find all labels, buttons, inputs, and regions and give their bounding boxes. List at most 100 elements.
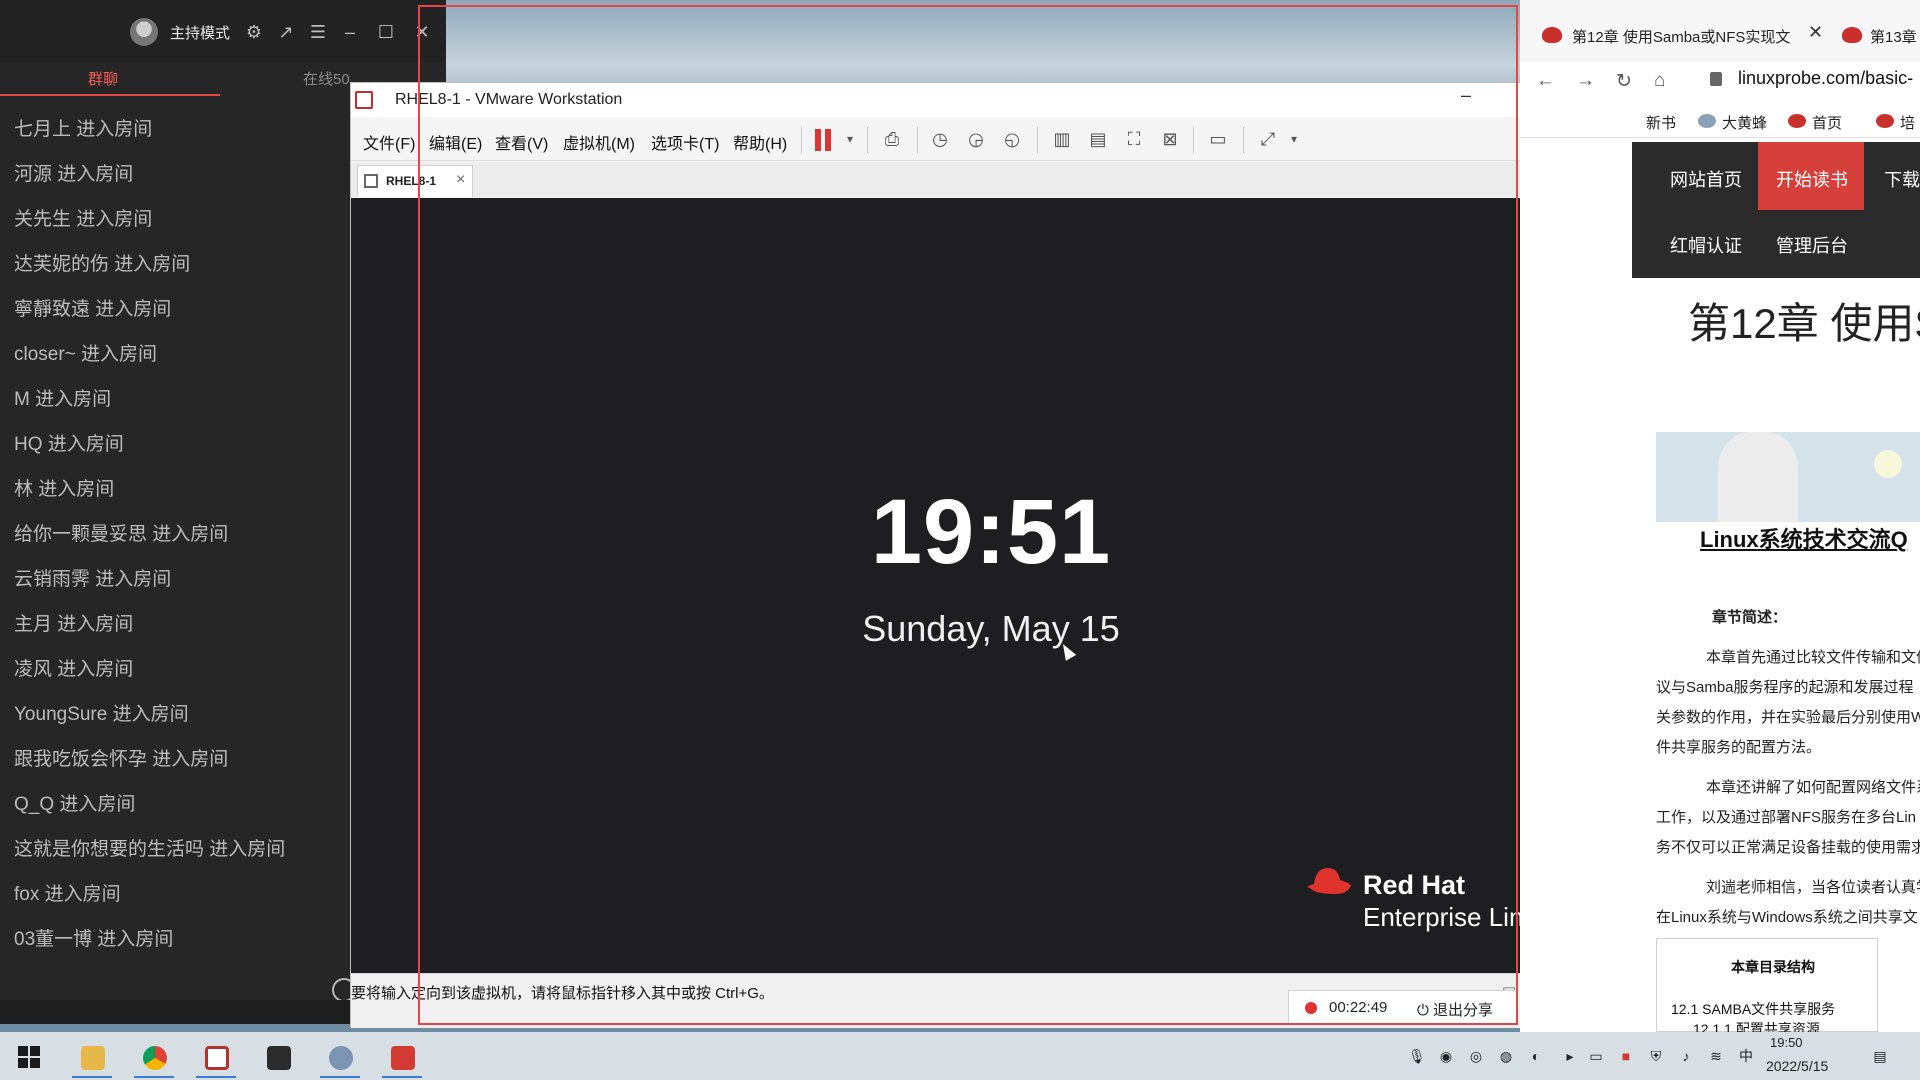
nav-admin[interactable]: 管理后台 [1776,232,1848,258]
url-field[interactable]: linuxprobe.com/basic- [1738,68,1913,89]
maximize-icon[interactable]: ☐ [374,20,398,44]
chat-entry: 03董一博 进入房间 [14,929,174,950]
back-icon[interactable]: ← [1536,70,1555,92]
unity-icon[interactable]: ⊠ [1157,127,1183,151]
taskbar-app-red[interactable] [378,1038,426,1078]
stop-share-button[interactable]: ⏻ 退出分享 [1417,999,1493,1020]
tray-app-icon[interactable]: ◉ [1438,1048,1454,1064]
screen-share-bar: 00:22:49 ⏻ 退出分享 [1288,990,1518,1024]
taskbar-terminal[interactable] [254,1038,302,1078]
home-icon[interactable]: ⌂ [1654,70,1665,92]
bookmark-home[interactable]: 首页 [1812,112,1842,133]
bookmark-favicon-icon [1876,114,1894,128]
tab-group-chat[interactable]: 群聊 [88,68,118,89]
chat-entry: closer~ 进入房间 [14,344,158,365]
tray-app-icon[interactable]: ◍ [1498,1048,1514,1064]
tab-rhel8-1[interactable]: RHEL8-1 × [357,165,473,197]
chevron-down-icon[interactable]: ▾ [837,127,863,151]
minimize-icon[interactable]: – [338,20,362,44]
nav-download[interactable]: 下载 [1884,166,1920,192]
thumbnail-bar-icon[interactable]: ▤ [1085,127,1111,151]
menu-vm[interactable]: 虚拟机(M) [563,130,635,154]
notification-icon[interactable]: ▤ [1872,1048,1888,1064]
bookmark-new-book[interactable]: 新书 [1646,112,1676,133]
paragraph-line: 议与Samba服务程序的起源和发展过程 [1656,679,1914,696]
forward-icon[interactable]: → [1576,70,1595,92]
chat-entry: 云销雨霁 进入房间 [14,569,172,590]
tray-app-icon[interactable]: ◐ [1528,1048,1544,1064]
taskbar-vmware[interactable] [192,1038,240,1078]
nav-home[interactable]: 网站首页 [1670,166,1742,192]
paragraph-line: 件共享服务的配置方法。 [1656,739,1822,756]
snapshot-manager-icon[interactable]: ◵ [999,127,1025,151]
menu-file[interactable]: 文件(F) [363,130,415,154]
input-method-indicator[interactable]: 中 [1738,1048,1754,1064]
app-icon [391,1046,415,1070]
tray-app-icon[interactable]: ◎ [1468,1048,1484,1064]
menu-tabs[interactable]: 选项卡(T) [651,130,719,154]
redhat-brand: Red Hat [1363,870,1466,900]
promo-banner[interactable] [1656,432,1920,522]
popout-icon[interactable]: ↗ [274,20,298,44]
close-icon[interactable]: × [456,171,465,189]
active-tab-indicator [0,94,220,96]
stop-share-label: 退出分享 [1433,1002,1494,1019]
taskbar-file-explorer[interactable] [68,1038,116,1078]
chat-header: 主持模式 ⚙ ↗ ☰ – ☐ ✕ [0,0,446,62]
menu-help[interactable]: 帮助(H) [733,130,787,154]
toolbar-separator [1037,127,1038,153]
nav-redhat-cert[interactable]: 红帽认证 [1670,232,1742,258]
taskbar-chrome[interactable] [130,1038,178,1078]
volume-icon[interactable]: ♪ [1678,1048,1694,1064]
revert-snapshot-icon[interactable]: ◶ [963,127,989,151]
chat-entry: M 进入房间 [14,389,112,410]
chat-entry: 主月 进入房间 [14,614,134,635]
chat-entry: 林 进入房间 [14,479,115,500]
menu-edit[interactable]: 编辑(E) [429,130,482,154]
qq-group-link[interactable]: Linux系统技术交流Q [1700,522,1908,554]
console-icon[interactable]: ▭ [1205,127,1231,151]
reload-icon[interactable]: ↻ [1616,70,1632,93]
redhat-logo-icon [1307,868,1353,898]
toc-item[interactable]: 12.1 SAMBA文件共享服务 [1671,999,1835,1019]
library-view-icon[interactable]: ▥ [1049,127,1075,151]
guest-display[interactable]: ⊞ ♪ ⏻ ▾ 19:51 Sunday, May 15 Red Hat Ent… [351,198,1631,973]
host-avatar[interactable] [130,18,158,46]
windows-start-icon[interactable] [18,1046,40,1068]
full-screen-icon[interactable]: ⛶ [1121,127,1147,151]
wifi-icon[interactable]: ≋ [1708,1048,1724,1064]
browser-window: 第12章 使用Samba或NFS实现文 ✕ 第13章 ← → ↻ ⌂ linux… [1520,0,1920,1037]
bookmark-item[interactable]: 大黄蜂 [1722,112,1767,133]
taskbar-app-globe[interactable] [316,1038,364,1078]
microphone-icon[interactable]: 🎙 [1408,1048,1426,1064]
minimize-icon[interactable]: – [1461,85,1471,106]
nav-start-reading[interactable]: 开始读书 [1776,166,1848,192]
table-of-contents: 本章目录结构 12.1 SAMBA文件共享服务 12.1.1 配置共享资源 [1656,938,1878,1037]
window-title: RHEL8-1 - VMware Workstation [395,91,623,108]
menu-view[interactable]: 查看(V) [495,130,548,154]
bookmark-item[interactable]: 培 [1900,112,1915,133]
chevron-down-icon[interactable]: ▾ [1281,127,1307,151]
battery-icon[interactable]: ▭ [1588,1048,1604,1064]
tray-app-icon[interactable]: ■ [1618,1048,1634,1064]
clock-time[interactable]: 19:50 [1770,1035,1803,1050]
browser-tab-strip: 第12章 使用Samba或NFS实现文 ✕ 第13章 [1520,0,1920,62]
close-icon[interactable]: ✕ [410,20,434,44]
chat-entry: 七月上 进入房间 [14,119,153,140]
send-ctrl-alt-del-icon[interactable]: ⎙ [879,127,905,151]
snapshot-icon[interactable]: ◷ [927,127,953,151]
security-icon[interactable]: ⛨ [1648,1048,1664,1064]
running-indicator [72,1076,112,1078]
browser-tab-title[interactable]: 第13章 [1870,26,1917,47]
host-mode-label: 主持模式 [170,25,231,42]
browser-tab-title[interactable]: 第12章 使用Samba或NFS实现文 [1572,26,1790,47]
close-icon[interactable]: ✕ [1808,22,1823,43]
stretch-icon[interactable]: ⤢ [1255,127,1281,151]
pause-icon[interactable] [815,129,835,151]
clock-date[interactable]: 2022/5/15 [1766,1058,1828,1074]
show-hidden-icons-icon[interactable]: ▸ [1562,1048,1578,1064]
tab-online-users[interactable]: 在线50 [303,68,350,89]
settings-icon[interactable]: ⚙ [242,20,266,44]
vmware-window: RHEL8-1 - VMware Workstation – 文件(F) 编辑(… [350,82,1631,1028]
menu-icon[interactable]: ☰ [306,20,330,44]
